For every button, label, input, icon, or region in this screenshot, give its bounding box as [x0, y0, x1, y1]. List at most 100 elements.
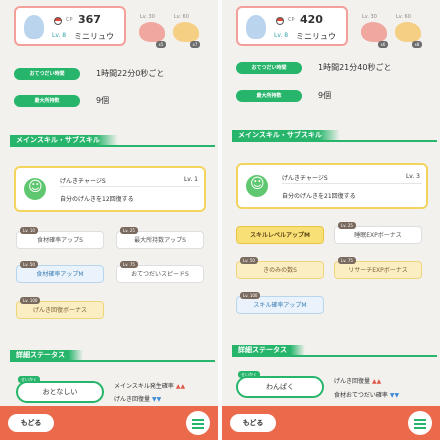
subskill-level-tag: Lv. 75	[120, 261, 138, 268]
skills-section-title: メインスキル・サブスキル	[10, 135, 118, 145]
main-skill-card[interactable]: げんきチャージS Lv. 1 自分のげんきを12回復する	[14, 166, 206, 212]
help-time-label: おてつだい時間	[236, 62, 302, 74]
subskill-4[interactable]: Lv. 75 おてつだいスピードS	[116, 261, 204, 283]
evolution-level: Lv. 60	[174, 14, 189, 20]
stat-down-arrows: ▼▼	[389, 392, 400, 399]
main-skill-card[interactable]: げんきチャージS Lv. 3 自分のげんきを21回復する	[236, 163, 428, 209]
pokemon-detail-left: CP 367 Lv. 8 ミニリュウ Lv. 30 x5 Lv. 60 x7 お…	[0, 0, 218, 440]
subskill-3[interactable]: Lv. 50 きのみの数S	[236, 257, 324, 279]
dratini-sprite-icon	[246, 15, 266, 39]
stat-up: げんき回復量 ▲▲	[334, 376, 381, 385]
subskill-3[interactable]: Lv. 50 食材確率アップM	[16, 261, 104, 283]
status-section-title: 詳細ステータス	[232, 345, 305, 355]
cp-value: 420	[300, 13, 323, 26]
stat-up-arrows: ▲▲	[372, 378, 382, 385]
help-time-value: 1時間22分0秒ごと	[96, 69, 165, 78]
level-label: Lv. 8	[274, 32, 289, 39]
back-button[interactable]: もどる	[8, 414, 54, 432]
menu-button[interactable]	[408, 411, 432, 435]
level-label: Lv. 8	[52, 32, 67, 39]
max-carry-label: 最大所持数	[14, 95, 80, 107]
pokeball-icon	[54, 17, 62, 25]
subskill-1[interactable]: スキルレベルアップM	[236, 226, 324, 244]
energy-charge-icon	[24, 178, 46, 200]
evolution-badge: x6	[378, 41, 388, 48]
subskill-level-tag: Lv. 10	[20, 227, 38, 234]
nature-pill[interactable]: おとなしい	[16, 381, 104, 403]
max-carry-label: 最大所持数	[236, 90, 302, 102]
subskill-label: げんき回復ボーナス	[32, 307, 87, 314]
menu-button[interactable]	[186, 411, 210, 435]
pokemon-summary-card[interactable]: CP 420 Lv. 8 ミニリュウ	[236, 6, 348, 46]
energy-charge-icon	[246, 175, 268, 197]
subskill-label: きのみの数S	[263, 267, 297, 274]
subskill-label: 食材確率アップS	[37, 237, 83, 244]
evolution-dragonair[interactable]: Lv. 30 x6	[358, 14, 388, 48]
subskill-label: 食材確率アップM	[36, 271, 84, 278]
dragonite-icon	[173, 22, 199, 42]
subskill-4[interactable]: Lv. 75 リサーチEXPボーナス	[334, 257, 422, 279]
subskill-level-tag: Lv. 50	[20, 261, 38, 268]
pokemon-name: ミニリュウ	[296, 32, 336, 41]
evolution-dragonite[interactable]: Lv. 60 x8	[392, 14, 422, 48]
skills-section-header: メインスキル・サブスキル	[10, 135, 215, 147]
back-label: もどる	[242, 419, 264, 427]
bottom-bar: もどる	[222, 406, 440, 440]
cp-label: CP	[288, 17, 295, 23]
help-time-value: 1時間21分40秒ごと	[318, 63, 392, 72]
evolution-dragonair[interactable]: Lv. 30 x5	[136, 14, 166, 48]
subskill-level-tag: Lv. 25	[338, 222, 356, 229]
cp-value: 367	[78, 13, 101, 26]
evolution-dragonite[interactable]: Lv. 60 x7	[170, 14, 200, 48]
subskill-label: スキルレベルアップM	[250, 232, 310, 239]
evolution-level: Lv. 30	[140, 14, 155, 20]
evolution-badge: x5	[156, 41, 166, 48]
stat-up-label: メインスキル発生確率	[114, 383, 174, 390]
nature-pill[interactable]: わんぱく	[236, 376, 324, 398]
nature-value: おとなしい	[42, 388, 78, 396]
status-section-header: 詳細ステータス	[232, 345, 437, 357]
subskill-2[interactable]: Lv. 25 最大所持数アップS	[116, 227, 204, 249]
main-skill-name: げんきチャージS	[60, 178, 106, 185]
main-skill-level: Lv. 3	[405, 173, 420, 180]
main-skill-name: げんきチャージS	[282, 175, 328, 182]
help-time-label: おてつだい時間	[14, 68, 80, 80]
stat-up: メインスキル発生確率 ▲▲	[114, 381, 185, 390]
skills-section-header: メインスキル・サブスキル	[232, 130, 437, 142]
dragonair-icon	[139, 22, 165, 42]
pokemon-summary-card[interactable]: CP 367 Lv. 8 ミニリュウ	[14, 6, 126, 46]
stat-up-arrows: ▲▲	[175, 383, 186, 390]
subskill-level-tag: Lv. 75	[338, 257, 356, 264]
stat-down: 食材おてつだい確率 ▼▼	[334, 390, 399, 399]
dratini-sprite-icon	[24, 15, 44, 39]
subskill-label: スキル確率アップM	[253, 302, 307, 309]
dragonite-icon	[395, 22, 421, 42]
stat-down: げんき回復量 ▼▼	[114, 394, 161, 403]
stat-down-label: 食材おてつだい確率	[334, 392, 388, 399]
subskill-5[interactable]: Lv. 100 スキル確率アップM	[236, 292, 324, 314]
subskill-5[interactable]: Lv. 100 げんき回復ボーナス	[16, 297, 104, 319]
main-skill-description: 自分のげんきを21回復する	[282, 193, 356, 200]
subskill-1[interactable]: Lv. 10 食材確率アップS	[16, 227, 104, 249]
subskill-label: リサーチEXPボーナス	[348, 267, 408, 274]
subskill-level-tag: Lv. 100	[20, 297, 41, 304]
subskill-label: 睡眠EXPボーナス	[354, 232, 402, 239]
cp-label: CP	[66, 17, 73, 23]
stat-down-label: げんき回復量	[114, 396, 151, 403]
evolution-badge: x7	[190, 41, 200, 48]
back-label: もどる	[20, 419, 42, 427]
back-button[interactable]: もどる	[230, 414, 276, 432]
subskill-level-tag: Lv. 100	[240, 292, 261, 299]
main-skill-description: 自分のげんきを12回復する	[60, 196, 134, 203]
status-section-header: 詳細ステータス	[10, 350, 215, 362]
evolution-badge: x8	[412, 41, 422, 48]
subskill-level-tag: Lv. 50	[240, 257, 258, 264]
status-section-title: 詳細ステータス	[10, 350, 83, 360]
pokemon-detail-right: CP 420 Lv. 8 ミニリュウ Lv. 30 x6 Lv. 60 x8 お…	[222, 0, 440, 440]
menu-icon	[414, 419, 426, 421]
pokeball-icon	[276, 17, 284, 25]
subskill-label: 最大所持数アップS	[134, 237, 186, 244]
subskill-2[interactable]: Lv. 25 睡眠EXPボーナス	[334, 222, 422, 244]
subskill-label: おてつだいスピードS	[131, 271, 189, 278]
pokemon-name: ミニリュウ	[74, 32, 114, 41]
